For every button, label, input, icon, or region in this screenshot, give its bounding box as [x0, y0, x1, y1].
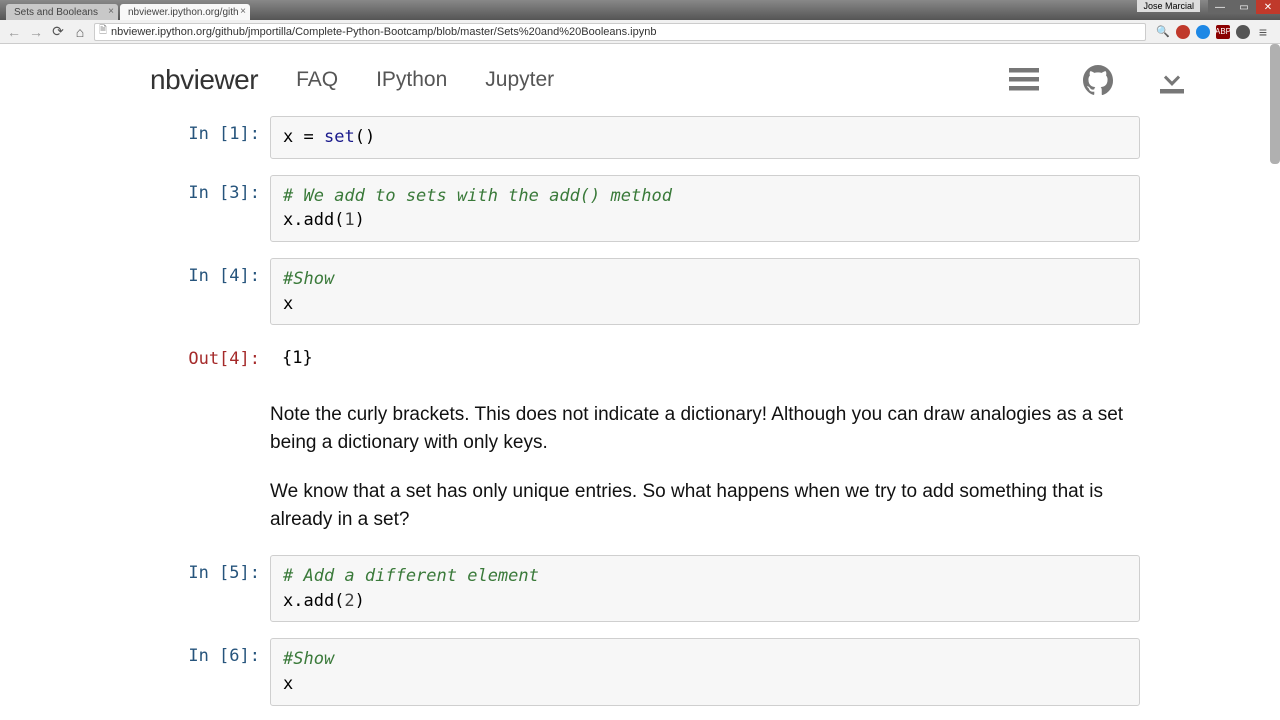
github-icon[interactable] [1080, 62, 1116, 98]
tab-title: Sets and Booleans [14, 7, 98, 18]
download-icon[interactable] [1154, 62, 1190, 98]
home-button[interactable]: ⌂ [72, 24, 88, 40]
code-input: #Show x [270, 258, 1140, 325]
menu-lines-icon[interactable] [1006, 62, 1042, 98]
paragraph: Note the curly brackets. This does not i… [270, 401, 1128, 456]
code-cell: In [3]:# We add to sets with the add() m… [140, 175, 1140, 242]
close-icon[interactable]: × [240, 6, 246, 17]
scrollbar-thumb[interactable] [1270, 44, 1280, 164]
user-label: Jose Marcial [1137, 0, 1200, 12]
browser-tab[interactable]: Sets and Booleans × [6, 4, 118, 20]
code-input: #Show x [270, 638, 1140, 705]
ext-gray-icon[interactable] [1236, 25, 1250, 39]
nav-ipython[interactable]: IPython [376, 68, 447, 92]
in-prompt: In [3]: [140, 175, 270, 242]
code-cell: In [1]:x = set() [140, 116, 1140, 159]
code-cell: In [5]:# Add a different element x.add(2… [140, 555, 1140, 622]
in-prompt: In [6]: [140, 638, 270, 705]
menu-icon[interactable]: ≡ [1256, 25, 1270, 39]
out-prompt: Out[4]: [140, 341, 270, 377]
markdown-cell: Note the curly brackets. This does not i… [270, 393, 1140, 533]
url-input[interactable]: 🗎 nbviewer.ipython.org/github/jmportilla… [94, 23, 1146, 41]
ext-blue-icon[interactable] [1196, 25, 1210, 39]
browser-chrome: Sets and Booleans×nbviewer.ipython.org/g… [0, 0, 1280, 44]
code-input: # We add to sets with the add() method x… [270, 175, 1140, 242]
url-text: nbviewer.ipython.org/github/jmportilla/C… [111, 26, 656, 38]
output-cell: Out[4]:{1} [140, 341, 1140, 377]
paragraph: We know that a set has only unique entri… [270, 478, 1128, 533]
back-button[interactable]: ← [6, 24, 22, 40]
notebook-body: In [1]:x = set()In [3]:# We add to sets … [140, 116, 1140, 720]
tab-strip: Sets and Booleans×nbviewer.ipython.org/g… [0, 0, 1280, 20]
forward-button[interactable]: → [28, 24, 44, 40]
maximize-button[interactable]: ▭ [1232, 0, 1256, 14]
code-input: # Add a different element x.add(2) [270, 555, 1140, 622]
tab-title: nbviewer.ipython.org/gith [128, 7, 239, 18]
nav-jupyter[interactable]: Jupyter [485, 68, 554, 92]
in-prompt: In [5]: [140, 555, 270, 622]
in-prompt: In [1]: [140, 116, 270, 159]
zoom-icon[interactable]: 🔍 [1156, 25, 1170, 39]
code-input: x = set() [270, 116, 1140, 159]
extension-icons: 🔍 ABP ≡ [1152, 25, 1274, 39]
close-icon[interactable]: × [108, 6, 114, 17]
minimize-button[interactable]: — [1208, 0, 1232, 14]
brand[interactable]: nbviewer [150, 64, 258, 96]
nav-faq[interactable]: FAQ [296, 68, 338, 92]
reload-button[interactable]: ⟳ [50, 24, 66, 40]
code-cell: In [4]:#Show x [140, 258, 1140, 325]
nbviewer-header: nbviewer FAQ IPython Jupyter [0, 44, 1280, 116]
in-prompt: In [4]: [140, 258, 270, 325]
page-content: nbviewer FAQ IPython Jupyter In [1]:x = … [0, 44, 1280, 720]
code-cell: In [6]:#Show x [140, 638, 1140, 705]
window-controls: — ▭ ✕ [1208, 0, 1280, 14]
output-text: {1} [270, 341, 1140, 377]
close-window-button[interactable]: ✕ [1256, 0, 1280, 14]
ext-red-icon[interactable] [1176, 25, 1190, 39]
page-icon: 🗎 [99, 23, 107, 40]
address-bar: ← → ⟳ ⌂ 🗎 nbviewer.ipython.org/github/jm… [0, 20, 1280, 44]
ext-abp-icon[interactable]: ABP [1216, 25, 1230, 39]
browser-tab[interactable]: nbviewer.ipython.org/gith× [120, 4, 250, 20]
